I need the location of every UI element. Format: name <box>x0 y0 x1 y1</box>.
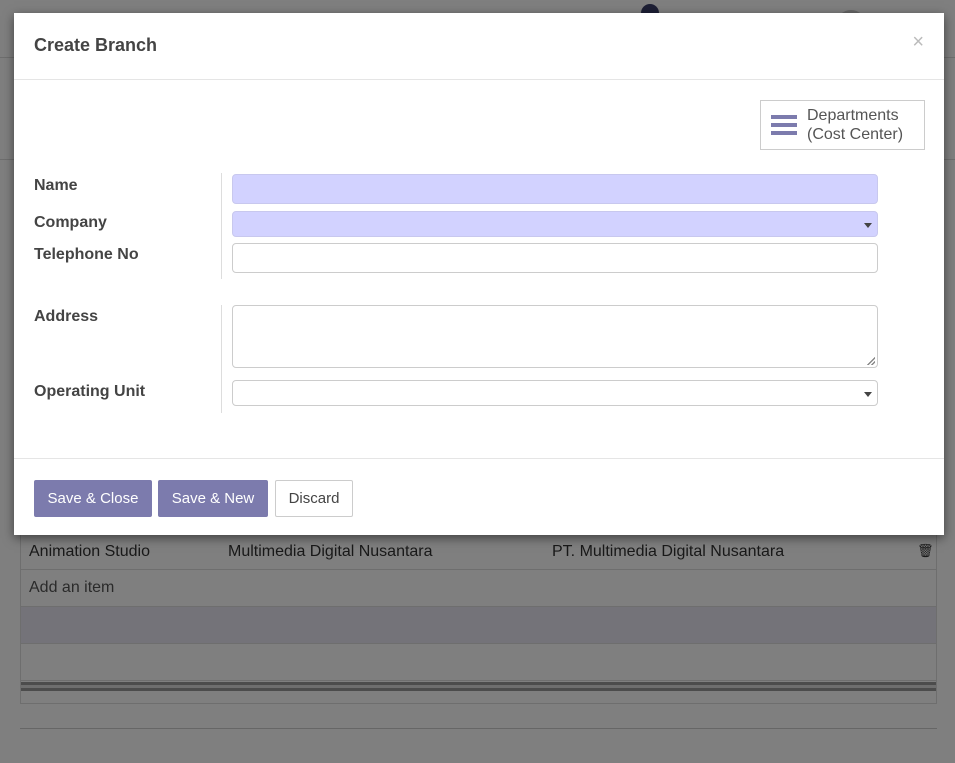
modal-title: Create Branch <box>34 35 158 55</box>
divider <box>221 305 222 413</box>
name-label: Name <box>34 177 78 194</box>
telephone-label: Telephone No <box>34 246 139 263</box>
save-close-button[interactable]: Save & Close <box>34 480 152 517</box>
modal-header: Create Branch × <box>14 13 944 80</box>
modal-footer: Save & Close Save & New Discard <box>14 458 944 535</box>
company-select[interactable] <box>232 211 878 237</box>
smart-button-sublabel: (Cost Center) <box>807 126 904 143</box>
close-icon[interactable]: × <box>912 31 924 54</box>
discard-button[interactable]: Discard <box>275 480 353 517</box>
divider <box>221 173 222 279</box>
address-textarea[interactable] <box>232 305 878 368</box>
departments-smart-button[interactable]: Departments (Cost Center) <box>760 100 925 150</box>
company-label: Company <box>34 214 107 231</box>
resize-handle[interactable] <box>867 357 875 365</box>
operating-unit-label: Operating Unit <box>34 383 146 400</box>
chevron-down-icon <box>864 392 872 397</box>
operating-unit-select[interactable] <box>232 380 878 406</box>
save-new-button[interactable]: Save & New <box>158 480 268 517</box>
name-input[interactable] <box>232 174 878 204</box>
smart-button-label: Departments <box>807 107 899 124</box>
address-label: Address <box>34 308 99 325</box>
telephone-input[interactable] <box>232 243 878 273</box>
create-branch-dialog: Create Branch × Departments (Cost Center)… <box>14 13 944 535</box>
bars-icon <box>771 111 797 139</box>
chevron-down-icon <box>864 223 872 228</box>
